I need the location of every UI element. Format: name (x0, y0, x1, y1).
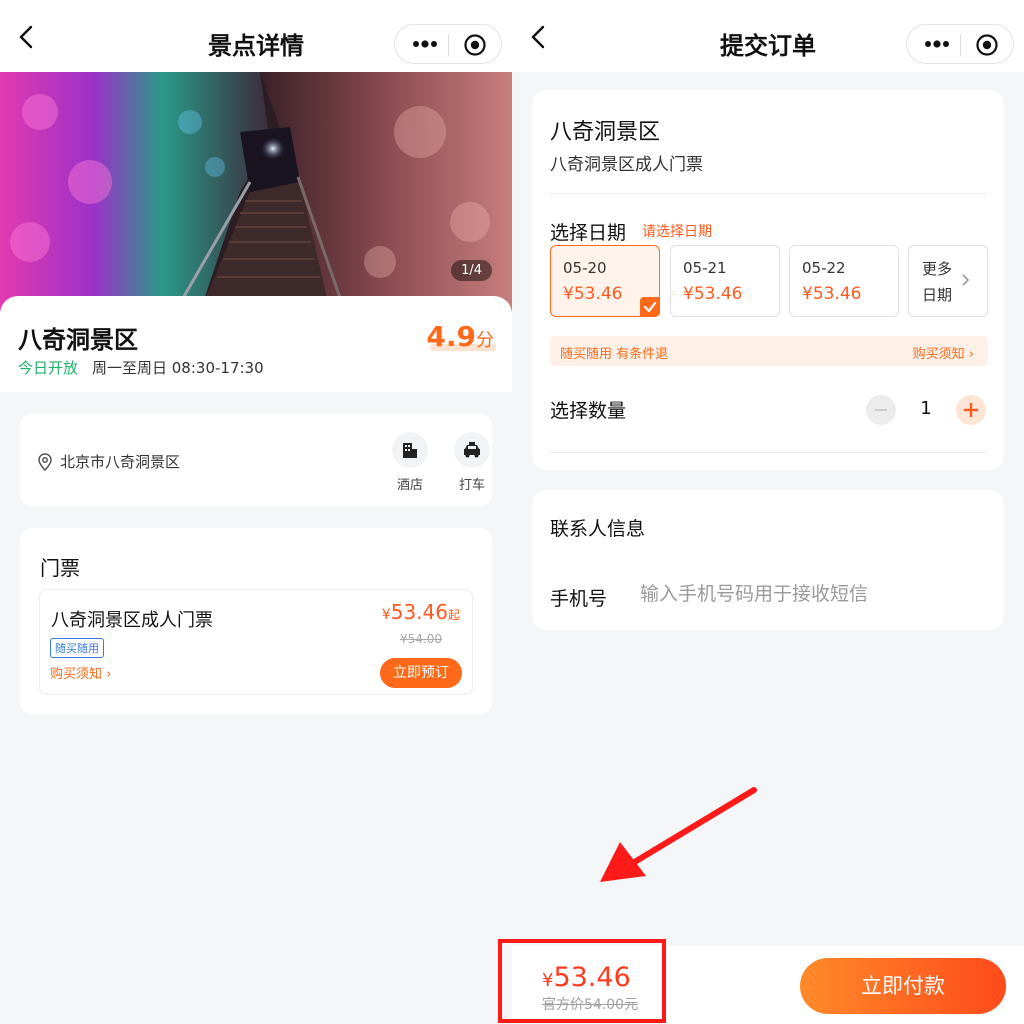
plus-icon (964, 403, 978, 417)
purchase-notice-link[interactable]: 购买须知 › (50, 663, 111, 682)
price-symbol: ¥ (381, 607, 391, 623)
divider (550, 452, 986, 453)
more-dates-button[interactable]: 更多 日期 (908, 245, 988, 317)
quantity-decrease-button[interactable] (866, 395, 896, 425)
address-card: 北京市八奇洞景区 酒店 打车 (20, 414, 492, 506)
address-text[interactable]: 北京市八奇洞景区 (60, 451, 180, 472)
ticket-price: ¥53.46起 (382, 600, 460, 624)
mini-program-capsule (394, 24, 502, 64)
ticket-item[interactable]: 八奇洞景区成人门票 随买随用 购买须知 › ¥53.46起 ¥54.00 立即预… (39, 589, 473, 695)
location-pin-icon (38, 453, 52, 471)
close-target-icon[interactable] (975, 33, 999, 57)
rating-score: 4.9分 (426, 320, 494, 353)
contact-section-title: 联系人信息 (550, 518, 646, 540)
taxi-label: 打车 (458, 478, 485, 493)
capsule-divider (448, 34, 449, 56)
order-attraction-name: 八奇洞景区 (550, 120, 661, 145)
divider (550, 193, 986, 194)
check-icon (640, 297, 660, 317)
quantity-section-title: 选择数量 (550, 400, 627, 422)
price-value: 53.46 (390, 600, 448, 624)
date-option-0520[interactable]: 05-20 ¥53.46 (550, 245, 660, 317)
taxi-icon (464, 442, 480, 458)
cave-photo[interactable]: 1/4 (0, 72, 512, 312)
book-now-button[interactable]: 立即预订 (380, 658, 462, 688)
chevron-right-icon: › (106, 667, 112, 682)
attraction-name: 八奇洞景区 (18, 326, 138, 354)
date-price: ¥53.46 (563, 284, 623, 304)
annotation-arrow-icon (600, 787, 757, 882)
more-dots-icon[interactable] (923, 36, 951, 52)
rating-unit: 分 (476, 330, 494, 351)
pay-now-button[interactable]: 立即付款 (800, 958, 1006, 1014)
contact-info-card: 联系人信息 手机号 (532, 490, 1004, 630)
more-dates-line2: 日期 (922, 286, 953, 304)
top-nav-bar: 提交订单 (512, 0, 1024, 72)
order-detail-card: 八奇洞景区 八奇洞景区成人门票 选择日期 请选择日期 05-20 ¥53.46 … (532, 90, 1004, 470)
more-dates-line1: 更多 (922, 260, 953, 278)
hotel-icon (403, 443, 417, 458)
purchase-notice-label: 购买须知 (50, 667, 103, 682)
image-counter: 1/4 (451, 260, 492, 281)
hotel-icon-wrap (392, 432, 428, 468)
date-label: 05-22 (802, 259, 846, 277)
opening-hours: 周一至周日 08:30-17:30 (92, 359, 264, 377)
phone-input[interactable] (640, 576, 940, 612)
top-nav-bar: 景点详情 (0, 0, 512, 72)
quantity-increase-button[interactable] (956, 395, 986, 425)
date-option-0521[interactable]: 05-21 ¥53.46 (670, 245, 780, 317)
date-hint: 请选择日期 (642, 224, 712, 240)
chevron-right-icon: › (968, 347, 974, 362)
attraction-detail-page: 景点详情 1/4 八奇洞景区 4.9分 今日开放 周一至周日 08:30-17:… (0, 0, 512, 1024)
purchase-notice-label: 购买须知 (912, 347, 965, 362)
more-dots-icon[interactable] (411, 36, 439, 52)
chevron-right-icon (962, 274, 970, 286)
ticket-name: 八奇洞景区成人门票 (51, 610, 213, 631)
original-price: ¥54.00 (400, 632, 442, 646)
date-label: 05-20 (563, 259, 607, 277)
refund-policy-text: 随买随用 有条件退 (560, 347, 669, 362)
attraction-info-card: 八奇洞景区 4.9分 今日开放 周一至周日 08:30-17:30 (0, 296, 512, 392)
date-label: 05-21 (683, 259, 727, 277)
ticket-section-title: 门票 (40, 556, 80, 580)
capsule-divider (960, 34, 961, 56)
phone-label: 手机号 (550, 588, 608, 610)
date-section-title: 选择日期 (550, 222, 627, 244)
hotel-button[interactable]: 酒店 (390, 432, 430, 493)
ticket-section: 门票 八奇洞景区成人门票 随买随用 购买须知 › ¥53.46起 ¥54.00 … (20, 528, 492, 714)
refund-policy-bar[interactable]: 随买随用 有条件退 购买须知 › (550, 336, 988, 366)
rating-value: 4.9 (426, 320, 476, 353)
price-highlight-box (498, 939, 666, 1023)
date-price: ¥53.46 (683, 284, 743, 304)
ticket-tag: 随买随用 (50, 638, 104, 658)
price-suffix: 起 (447, 608, 460, 622)
quantity-value: 1 (920, 398, 932, 419)
date-price: ¥53.46 (802, 284, 862, 304)
hotel-label: 酒店 (396, 478, 423, 493)
mini-program-capsule (906, 24, 1014, 64)
purchase-notice-link[interactable]: 购买须知 › (913, 343, 974, 362)
cave-tunnel-image (0, 72, 512, 312)
close-target-icon[interactable] (463, 33, 487, 57)
order-ticket-name: 八奇洞景区成人门票 (550, 155, 703, 175)
taxi-button[interactable]: 打车 (452, 432, 492, 493)
open-status: 今日开放 (18, 359, 79, 377)
date-option-0522[interactable]: 05-22 ¥53.46 (789, 245, 899, 317)
taxi-icon-wrap (454, 432, 490, 468)
minus-icon (875, 409, 887, 411)
